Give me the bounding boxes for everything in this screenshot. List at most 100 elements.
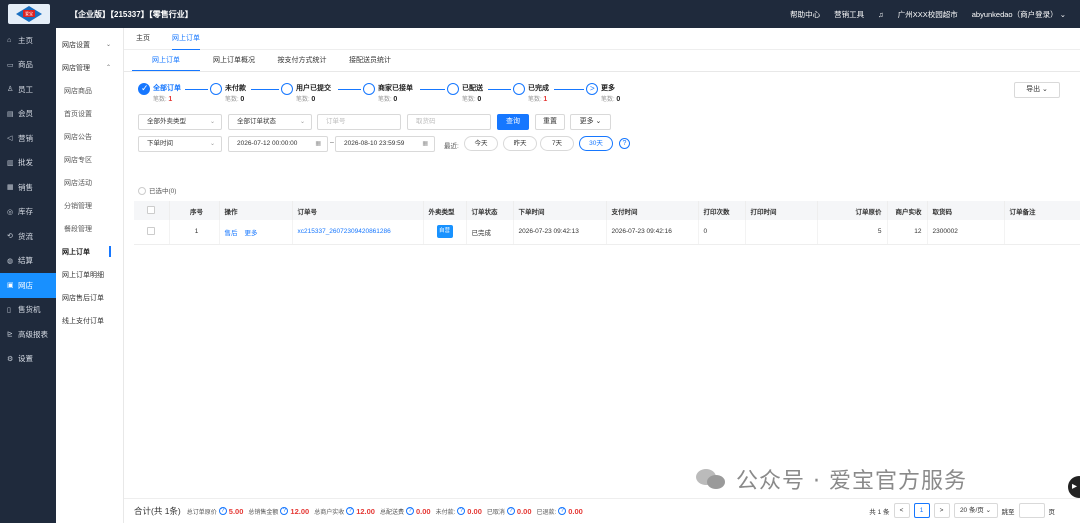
step-count: 笔数: 0 <box>296 94 315 103</box>
subnav-item-2[interactable]: 网店商品 <box>56 79 123 102</box>
aibao-logo-icon[interactable]: 爱宝 <box>8 4 50 24</box>
subnav-item-3[interactable]: 首页设置 <box>56 102 123 125</box>
step-title: 未付款 <box>225 85 246 92</box>
help-icon[interactable]: ? <box>280 507 289 515</box>
sidebar-item-0[interactable]: ⌂ 主页 <box>0 28 56 53</box>
page-1-button[interactable]: 1 <box>913 503 930 518</box>
help-icon[interactable]: ? <box>218 507 227 515</box>
reset-button[interactable]: 重置 <box>535 114 565 130</box>
sidebar-item-11[interactable]: ▯ 售货机 <box>0 298 56 323</box>
more-link[interactable]: 更多 <box>245 230 258 237</box>
sidebar-item-2[interactable]: ♙ 员工 <box>0 77 56 102</box>
subtab-3[interactable]: 接配送员统计 <box>336 51 404 71</box>
help-icon[interactable]: ? <box>558 507 567 515</box>
next-page-button[interactable]: > <box>933 503 950 518</box>
top-bar: 爱宝 【企业版】【215337】【零售行业】 帮助中心 营销工具 ♫ 广州XXX… <box>0 0 1080 28</box>
column-header-9: 打印时间 <box>745 201 818 220</box>
tab-home[interactable]: 主页 <box>136 28 150 50</box>
summary-metric-3: 总配送费? 0.00 <box>380 507 431 516</box>
order-status-select[interactable]: 全部订单状态 ⌄ <box>228 114 312 130</box>
quick-30days[interactable]: 30天 <box>579 136 613 151</box>
home-icon: ⌂ <box>7 36 12 44</box>
help-icon[interactable]: ? <box>457 507 466 515</box>
column-header-8: 打印次数 <box>698 201 746 220</box>
user-menu[interactable]: abyunkedao（商户登录） ⌄ <box>972 9 1066 20</box>
circle-icon <box>513 83 525 95</box>
active-indicator <box>109 246 111 257</box>
subtab-1[interactable]: 网上订单概况 <box>200 51 268 71</box>
help-icon[interactable]: ? <box>506 507 515 515</box>
order-no-input[interactable]: 订单号 <box>317 114 401 130</box>
sidebar-item-1[interactable]: ▭ 商品 <box>0 53 56 78</box>
table-row[interactable]: 1 售后 更多 xc215337_26072309420861286 自营 已完成 2026… <box>134 220 1080 245</box>
subnav-item-0[interactable]: 网店设置 ⌄ <box>56 33 123 56</box>
original-price-cell: 5 <box>817 220 888 245</box>
export-button[interactable]: 导出 ⌄ <box>1014 82 1060 98</box>
remark-cell <box>1004 220 1080 245</box>
date-from-input[interactable]: 2026-07-12 00:00:00 ▦ <box>228 136 328 152</box>
delivery-type-select[interactable]: 全部外卖类型 ⌄ <box>138 114 222 130</box>
sidebar-item-13[interactable]: ⚙ 设置 <box>0 347 56 372</box>
sidebar-item-12[interactable]: ⊵ 高级报表 <box>0 322 56 347</box>
order-no-link[interactable]: xc215337_26072309420861286 <box>298 228 391 235</box>
subnav-item-9[interactable]: 网上订单 <box>56 240 123 263</box>
more-filters-button[interactable]: 更多 ⌄ <box>570 114 611 130</box>
after-sale-link[interactable]: 售后 <box>225 230 238 237</box>
help-center-link[interactable]: 帮助中心 <box>790 9 820 20</box>
goto-page-input[interactable] <box>1018 503 1045 518</box>
sidebar-item-8[interactable]: ⟲ 货流 <box>0 224 56 249</box>
sidebar-item-6[interactable]: ▦ 销售 <box>0 175 56 200</box>
subtab-2[interactable]: 按支付方式统计 <box>268 51 336 71</box>
tab-online-orders[interactable]: 网上订单 <box>172 28 200 50</box>
page-size-select[interactable]: 20 条/页 ⌄ <box>953 503 998 518</box>
select-all-checkbox[interactable] <box>147 205 156 214</box>
main-sidebar: ⌂ 主页 ▭ 商品 ♙ 员工 ▤ 会员 ◁ 营销 ▥ 批发 ▦ 销售 ◎ 库存 ⟲ 货流 ◍ 结算 ▣ 网店 ▯ 售货机 ⊵ 高级… <box>0 28 56 523</box>
subnav-item-11[interactable]: 网店售后订单 <box>56 286 123 309</box>
subnav-item-8[interactable]: 餐段管理 <box>56 217 123 240</box>
date-to-input[interactable]: 2026-08-10 23:59:59 ▦ <box>335 136 435 152</box>
sidebar-item-7[interactable]: ◎ 库存 <box>0 200 56 225</box>
prev-page-button[interactable]: < <box>893 503 910 518</box>
query-button[interactable]: 查询 <box>497 114 529 130</box>
step-count-label: 笔数: <box>153 97 167 103</box>
summary-metric-5: 已取消? 0.00 <box>487 507 532 516</box>
sidebar-item-label: 商品 <box>18 60 33 70</box>
settings-icon: ⚙ <box>7 355 14 363</box>
subnav-item-12[interactable]: 线上支付订单 <box>56 309 123 332</box>
store-name[interactable]: 广州XXX校园超市 <box>898 9 958 20</box>
help-icon[interactable]: ? <box>406 507 414 515</box>
box-icon: ▭ <box>7 61 14 69</box>
row-checkbox[interactable] <box>147 226 156 235</box>
subnav-item-1[interactable]: 网店管理 ⌃ <box>56 56 123 79</box>
sidebar-item-4[interactable]: ◁ 营销 <box>0 126 56 151</box>
quick-yesterday[interactable]: 昨天 <box>503 136 537 151</box>
sidebar-item-9[interactable]: ◍ 结算 <box>0 249 56 274</box>
subnav-item-10[interactable]: 网上订单明细 <box>56 263 123 286</box>
quick-7days[interactable]: 7天 <box>540 136 574 151</box>
chevron-down-icon: ⌄ <box>299 119 305 125</box>
help-icon[interactable]: ? <box>346 507 355 515</box>
marketing-tools-link[interactable]: 营销工具 <box>834 9 864 20</box>
sidebar-item-5[interactable]: ▥ 批发 <box>0 151 56 176</box>
pay-time-cell: 2026-07-23 09:42:16 <box>606 220 699 245</box>
column-header-10: 订单原价 <box>817 201 888 220</box>
sidebar-item-10[interactable]: ▣ 网店 <box>0 273 56 298</box>
step-title: 已配送 <box>462 85 483 92</box>
subnav-item-5[interactable]: 网店专区 <box>56 148 123 171</box>
sidebar-item-3[interactable]: ▤ 会员 <box>0 102 56 127</box>
metric-label: 已退款: <box>536 509 557 516</box>
subnav-item-7[interactable]: 分销管理 <box>56 194 123 217</box>
column-header-13: 订单备注 <box>1004 201 1080 220</box>
subnav-item-4[interactable]: 网店公告 <box>56 125 123 148</box>
subtab-0[interactable]: 网上订单 <box>132 51 200 71</box>
selected-count[interactable]: 已选中(0) <box>138 185 176 196</box>
chart-icon: ▦ <box>7 184 14 192</box>
time-field-select[interactable]: 下单时间 ⌄ <box>138 136 222 152</box>
quick-today[interactable]: 今天 <box>464 136 498 151</box>
subnav-item-6[interactable]: 网店活动 <box>56 171 123 194</box>
metric-value: 0.00 <box>516 506 532 516</box>
help-icon[interactable]: ? <box>619 138 630 149</box>
pickup-code-input[interactable]: 取货码 <box>407 114 491 130</box>
chevron-down-icon: ⌄ <box>1059 10 1066 19</box>
bell-icon[interactable]: ♫ <box>878 10 884 19</box>
